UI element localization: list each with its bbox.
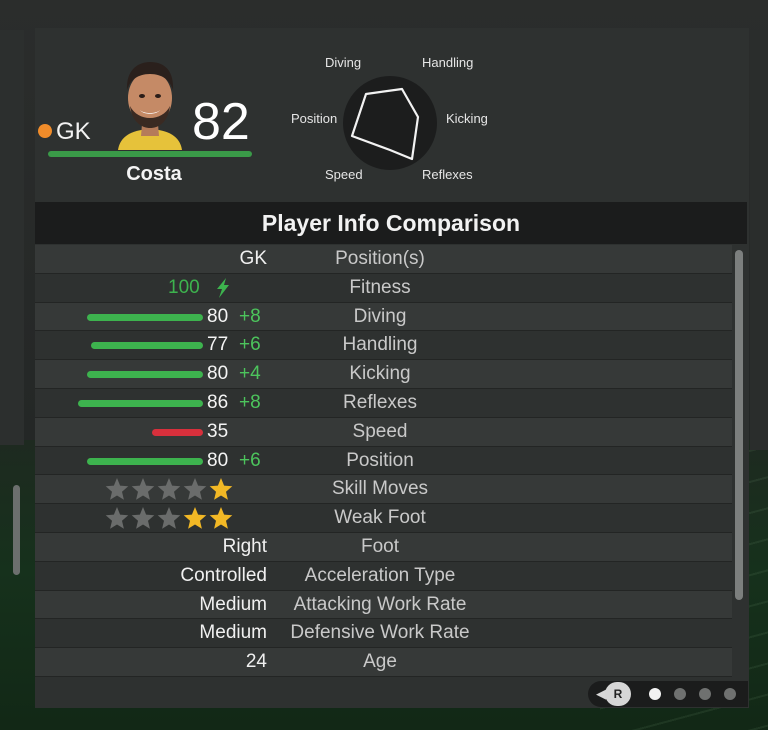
filled-star-icon <box>183 507 207 529</box>
skill-moves-stars <box>105 477 235 501</box>
radar-label-position: Position <box>291 111 338 126</box>
comparison-table: GK Position(s) 100 Fitness 80 +8 Diving … <box>35 245 732 677</box>
empty-star-icon <box>105 478 129 501</box>
table-row: Weak Foot <box>35 504 732 533</box>
table-row: 100 Fitness <box>35 273 732 303</box>
table-row: 86 +8 Reflexes <box>35 388 732 418</box>
page-dot[interactable] <box>699 688 711 700</box>
radar-label-kicking: Kicking <box>446 111 488 126</box>
table-row: 80 +8 Diving <box>35 302 732 332</box>
table-row: 35 Speed <box>35 417 732 447</box>
row-label: Skill Moves <box>331 478 429 500</box>
stat-bar <box>87 371 203 379</box>
defensive-work-rate-value: Medium <box>199 622 267 644</box>
weak-foot-stars <box>105 506 235 530</box>
row-label: Position(s) <box>335 248 425 269</box>
table-row: Skill Moves <box>35 475 732 505</box>
stat-delta: +8 <box>239 391 261 413</box>
empty-star-icon <box>131 507 155 529</box>
row-label: Handling <box>342 334 418 356</box>
left-side-panel <box>0 30 24 445</box>
empty-star-icon <box>157 478 181 501</box>
overall-rating: 82 <box>192 93 250 151</box>
empty-star-icon <box>157 507 181 529</box>
filled-star-icon <box>209 478 233 501</box>
fitness-value: 100 <box>168 276 200 298</box>
stat-delta: +6 <box>239 334 261 356</box>
table-row: GK Position(s) <box>35 245 732 274</box>
r-button-icon[interactable]: R <box>605 682 631 706</box>
stat-bar <box>78 399 203 407</box>
row-label: Defensive Work Rate <box>290 622 470 644</box>
stat-value: 86 <box>207 391 229 413</box>
table-row: 77 +6 Handling <box>35 331 732 361</box>
right-side-panel <box>750 30 768 450</box>
acceleration-type-value: Controlled <box>180 564 267 586</box>
stat-delta: +4 <box>239 363 261 385</box>
stat-value: 80 <box>207 363 229 385</box>
table-row: Medium Attacking Work Rate <box>35 590 732 620</box>
table-scrollbar[interactable] <box>735 250 743 600</box>
table-row: Controlled Acceleration Type <box>35 561 732 591</box>
row-label: Position <box>346 449 414 471</box>
row-label: Speed <box>352 420 408 442</box>
stat-bar <box>87 313 203 321</box>
row-label: Attacking Work Rate <box>293 593 467 615</box>
table-row: 80 +4 Kicking <box>35 360 732 389</box>
radar-label-handling: Handling <box>422 55 474 70</box>
filled-star-icon <box>209 507 233 529</box>
page-dot[interactable] <box>649 688 661 700</box>
attacking-work-rate-value: Medium <box>199 593 267 615</box>
stat-bar <box>91 342 203 350</box>
player-position: GK <box>56 118 91 145</box>
attribute-radar: Diving Handling Position Kicking Speed R… <box>290 52 500 192</box>
stat-delta: +6 <box>239 449 261 471</box>
radar-label-speed: Speed <box>325 167 363 182</box>
row-label: Weak Foot <box>334 507 426 529</box>
stat-value: 35 <box>207 420 229 442</box>
table-row: Medium Defensive Work Rate <box>35 619 732 649</box>
comparison-title: Player Info Comparison <box>35 202 747 244</box>
position-dot-icon <box>38 124 52 138</box>
stat-bar <box>152 428 203 436</box>
table-row: Right Foot <box>35 532 732 562</box>
empty-star-icon <box>183 478 207 501</box>
player-portrait <box>118 62 182 150</box>
outer-scrollbar[interactable] <box>13 485 20 575</box>
radar-label-reflexes: Reflexes <box>422 167 473 182</box>
lightning-icon <box>217 277 229 298</box>
fitness-bar <box>48 151 252 157</box>
stat-bar <box>87 457 203 465</box>
table-row: 24 Age <box>35 648 732 677</box>
stat-value: 80 <box>207 449 229 471</box>
stat-value: 77 <box>207 334 229 356</box>
row-label: Acceleration Type <box>304 564 456 586</box>
row-label: Fitness <box>349 276 411 298</box>
radar-label-diving: Diving <box>325 55 362 70</box>
table-row: 80 +6 Position <box>35 446 732 476</box>
player-name: Costa <box>126 163 182 185</box>
row-label: Age <box>363 651 397 673</box>
empty-star-icon <box>131 478 155 501</box>
row-label: Reflexes <box>343 391 417 413</box>
page-dot[interactable] <box>724 688 736 700</box>
page-dot[interactable] <box>674 688 686 700</box>
row-label: Diving <box>353 305 407 327</box>
stat-value: 80 <box>207 305 229 327</box>
row-label: Foot <box>360 535 400 557</box>
row-label: Kicking <box>349 363 411 385</box>
empty-star-icon <box>105 507 129 529</box>
stat-delta: +8 <box>239 305 261 327</box>
